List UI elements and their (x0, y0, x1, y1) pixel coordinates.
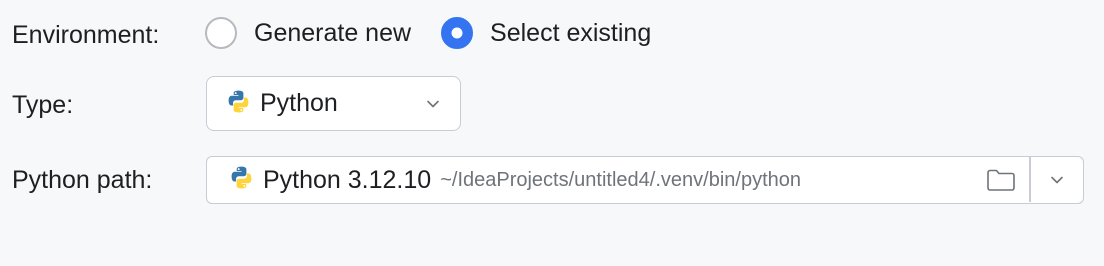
select-existing-radio-circle[interactable] (441, 17, 474, 49)
folder-icon (987, 169, 1015, 191)
generate-new-label[interactable]: Generate new (254, 18, 411, 48)
select-existing-label[interactable]: Select existing (490, 18, 651, 48)
type-dropdown[interactable]: Python (206, 76, 461, 131)
chevron-down-icon (1051, 176, 1063, 184)
browse-folder-button[interactable] (985, 166, 1017, 194)
python-icon (229, 165, 254, 195)
python-icon (226, 89, 251, 119)
type-label: Type: (12, 91, 74, 119)
type-selected-value: Python (260, 89, 338, 117)
python-path-label: Python path: (12, 166, 153, 194)
environment-label: Environment: (12, 21, 160, 49)
generate-new-radio-circle[interactable] (205, 17, 237, 49)
interpreter-name: Python 3.12.10 (263, 165, 432, 194)
interpreter-path: ~/IdeaProjects/untitled4/.venv/bin/pytho… (440, 168, 801, 191)
generate-new-radio[interactable]: Generate new (205, 17, 411, 49)
python-path-combo[interactable]: Python 3.12.10 ~/IdeaProjects/untitled4/… (206, 156, 1084, 204)
python-path-dropdown-button[interactable] (1030, 157, 1084, 202)
environment-radio-group: Generate new Select existing (205, 17, 681, 49)
select-existing-radio[interactable]: Select existing (441, 17, 651, 49)
chevron-down-icon (427, 100, 439, 108)
